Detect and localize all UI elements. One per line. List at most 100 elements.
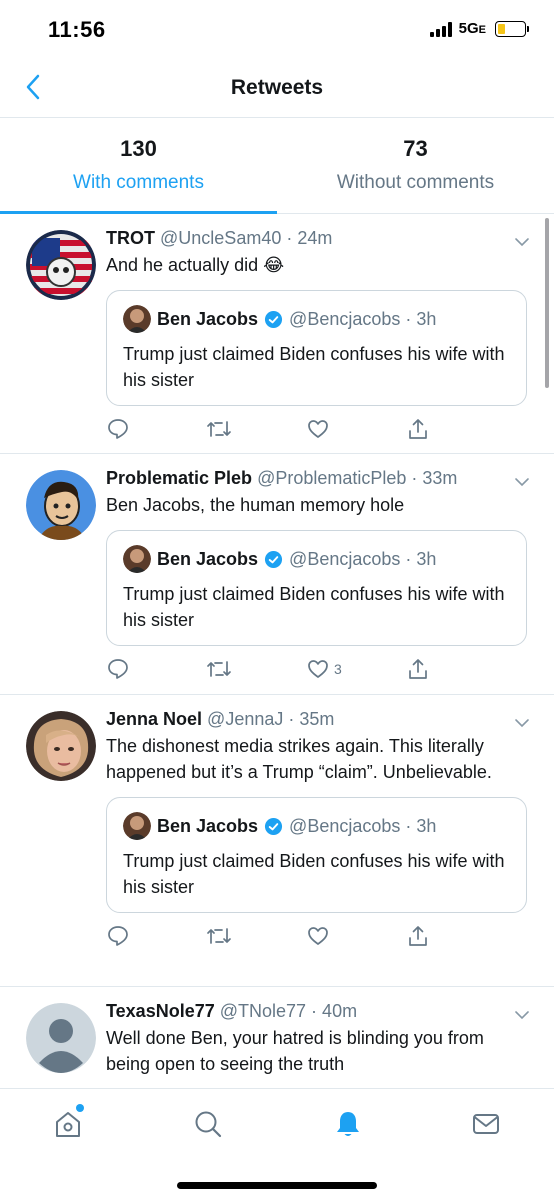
- search-icon: [195, 1111, 222, 1138]
- tweet-text: And he actually did 😂: [106, 255, 285, 275]
- retweet-button[interactable]: [206, 657, 306, 681]
- tweet-text: The dishonest media strikes again. This …: [106, 736, 492, 782]
- share-button[interactable]: [406, 924, 506, 948]
- signal-icon: [429, 21, 452, 37]
- new-content-dot: [76, 1104, 84, 1112]
- status-indicators: 5GE: [429, 20, 529, 37]
- tweet[interactable]: TexasNole77 @TNole77 · 40m Well done Ben…: [0, 987, 554, 1088]
- quote-handle-time: @Bencjacobs · 3h: [289, 308, 437, 329]
- tab-notifications[interactable]: [331, 1107, 365, 1141]
- share-icon: [409, 659, 427, 679]
- author-handle-time: @TNole77 · 40m: [219, 1001, 358, 1021]
- retweet-button[interactable]: [206, 417, 306, 441]
- chevron-down-icon[interactable]: [514, 474, 530, 490]
- tweet-text: Ben Jacobs, the human memory hole: [106, 495, 405, 515]
- share-icon: [409, 419, 427, 439]
- chevron-down-icon[interactable]: [514, 715, 530, 731]
- avatar[interactable]: [26, 711, 96, 781]
- share-icon: [409, 926, 427, 946]
- battery-icon: [495, 20, 529, 37]
- chevron-down-icon[interactable]: [514, 1007, 530, 1023]
- retweet-icon: [207, 421, 231, 437]
- like-icon: [308, 420, 328, 438]
- home-indicator[interactable]: [177, 1182, 377, 1189]
- home-icon: [56, 1112, 80, 1137]
- retweet-icon: [207, 928, 231, 944]
- retweet-icon: [207, 661, 231, 677]
- status-bar: 11:56 5GE: [0, 0, 554, 60]
- tab-without-comments[interactable]: 73 Without comments: [277, 119, 554, 213]
- reply-button[interactable]: [106, 417, 206, 441]
- like-icon: [308, 660, 328, 678]
- like-icon: [308, 927, 328, 945]
- quote-handle-time: @Bencjacobs · 3h: [289, 548, 437, 569]
- retweet-button[interactable]: [206, 924, 306, 948]
- avatar[interactable]: [26, 230, 96, 300]
- tweet-actions: [106, 913, 506, 959]
- tweet-header: TROT @UncleSam40 · 24m: [106, 226, 530, 250]
- author-name[interactable]: TexasNole77: [106, 1001, 215, 1021]
- share-button[interactable]: [406, 417, 506, 441]
- reply-icon: [108, 419, 128, 439]
- reply-icon: [108, 926, 128, 946]
- share-button[interactable]: [406, 657, 506, 681]
- quote-author-name: Ben Jacobs: [157, 308, 259, 329]
- like-count: 3: [334, 661, 342, 677]
- quote-author-name: Ben Jacobs: [157, 815, 259, 836]
- reply-button[interactable]: [106, 657, 206, 681]
- tab-search[interactable]: [191, 1107, 225, 1141]
- quoted-tweet[interactable]: Ben Jacobs @Bencjacobs · 3h Trump just c…: [106, 530, 527, 646]
- author-handle-time: @ProblematicPleb · 33m: [257, 468, 458, 488]
- tweet-text: Well done Ben, your hatred is blinding y…: [106, 1028, 484, 1074]
- like-button[interactable]: [306, 924, 406, 948]
- tab-count: 73: [403, 136, 428, 161]
- quote-handle-time: @Bencjacobs · 3h: [289, 815, 437, 836]
- tab-home[interactable]: [51, 1104, 85, 1141]
- verified-icon: [264, 310, 283, 328]
- tab-label: With comments: [73, 172, 204, 193]
- quote-avatar: [123, 545, 151, 573]
- network-label: 5GE: [458, 20, 486, 37]
- quoted-tweet[interactable]: Ben Jacobs @Bencjacobs · 3h Trump just c…: [106, 797, 527, 913]
- quote-avatar: [123, 812, 151, 840]
- tab-messages[interactable]: [469, 1107, 503, 1141]
- author-name[interactable]: TROT: [106, 228, 155, 248]
- verified-icon: [264, 550, 283, 568]
- author-handle-time: @UncleSam40 · 24m: [160, 228, 333, 248]
- quote-text: Trump just claimed Biden confuses his wi…: [123, 851, 505, 897]
- quote-text: Trump just claimed Biden confuses his wi…: [123, 344, 505, 390]
- page-title: Retweets: [230, 76, 324, 99]
- tweet[interactable]: Problematic Pleb @ProblematicPleb · 33m …: [0, 454, 554, 695]
- reply-button[interactable]: [106, 924, 206, 948]
- avatar[interactable]: [26, 470, 96, 540]
- author-name[interactable]: Jenna Noel: [106, 709, 202, 729]
- tab-with-comments[interactable]: 130 With comments: [0, 119, 277, 214]
- notifications-icon: [337, 1112, 359, 1136]
- like-button[interactable]: [306, 417, 406, 441]
- avatar[interactable]: [26, 1003, 96, 1073]
- quote-avatar: [123, 305, 151, 333]
- tab-count: 130: [120, 136, 157, 161]
- tweet[interactable]: TROT @UncleSam40 · 24m And he actually d…: [0, 214, 554, 454]
- tweet-header: TexasNole77 @TNole77 · 40m: [106, 999, 530, 1023]
- quote-text: Trump just claimed Biden confuses his wi…: [123, 584, 505, 630]
- chevron-down-icon[interactable]: [514, 234, 530, 250]
- verified-icon: [264, 817, 283, 835]
- tweet[interactable]: Jenna Noel @JennaJ · 35m The dishonest m…: [0, 695, 554, 987]
- status-time: 11:56: [48, 17, 106, 42]
- header: Retweets: [0, 60, 554, 118]
- tweet-actions: [106, 406, 506, 452]
- retweet-tabs: 130 With comments 73 Without comments: [0, 119, 554, 214]
- quoted-tweet[interactable]: Ben Jacobs @Bencjacobs · 3h Trump just c…: [106, 290, 527, 406]
- tweet-actions: 3: [106, 646, 506, 692]
- tweet-header: Problematic Pleb @ProblematicPleb · 33m: [106, 466, 530, 490]
- author-name[interactable]: Problematic Pleb: [106, 468, 252, 488]
- author-handle-time: @JennaJ · 35m: [207, 709, 335, 729]
- messages-icon: [473, 1114, 499, 1134]
- quote-author-name: Ben Jacobs: [157, 548, 259, 569]
- tweet-feed[interactable]: TROT @UncleSam40 · 24m And he actually d…: [0, 214, 554, 1088]
- like-button[interactable]: 3: [306, 657, 406, 681]
- tweet-header: Jenna Noel @JennaJ · 35m: [106, 707, 530, 731]
- tab-label: Without comments: [336, 172, 495, 193]
- reply-icon: [108, 659, 128, 679]
